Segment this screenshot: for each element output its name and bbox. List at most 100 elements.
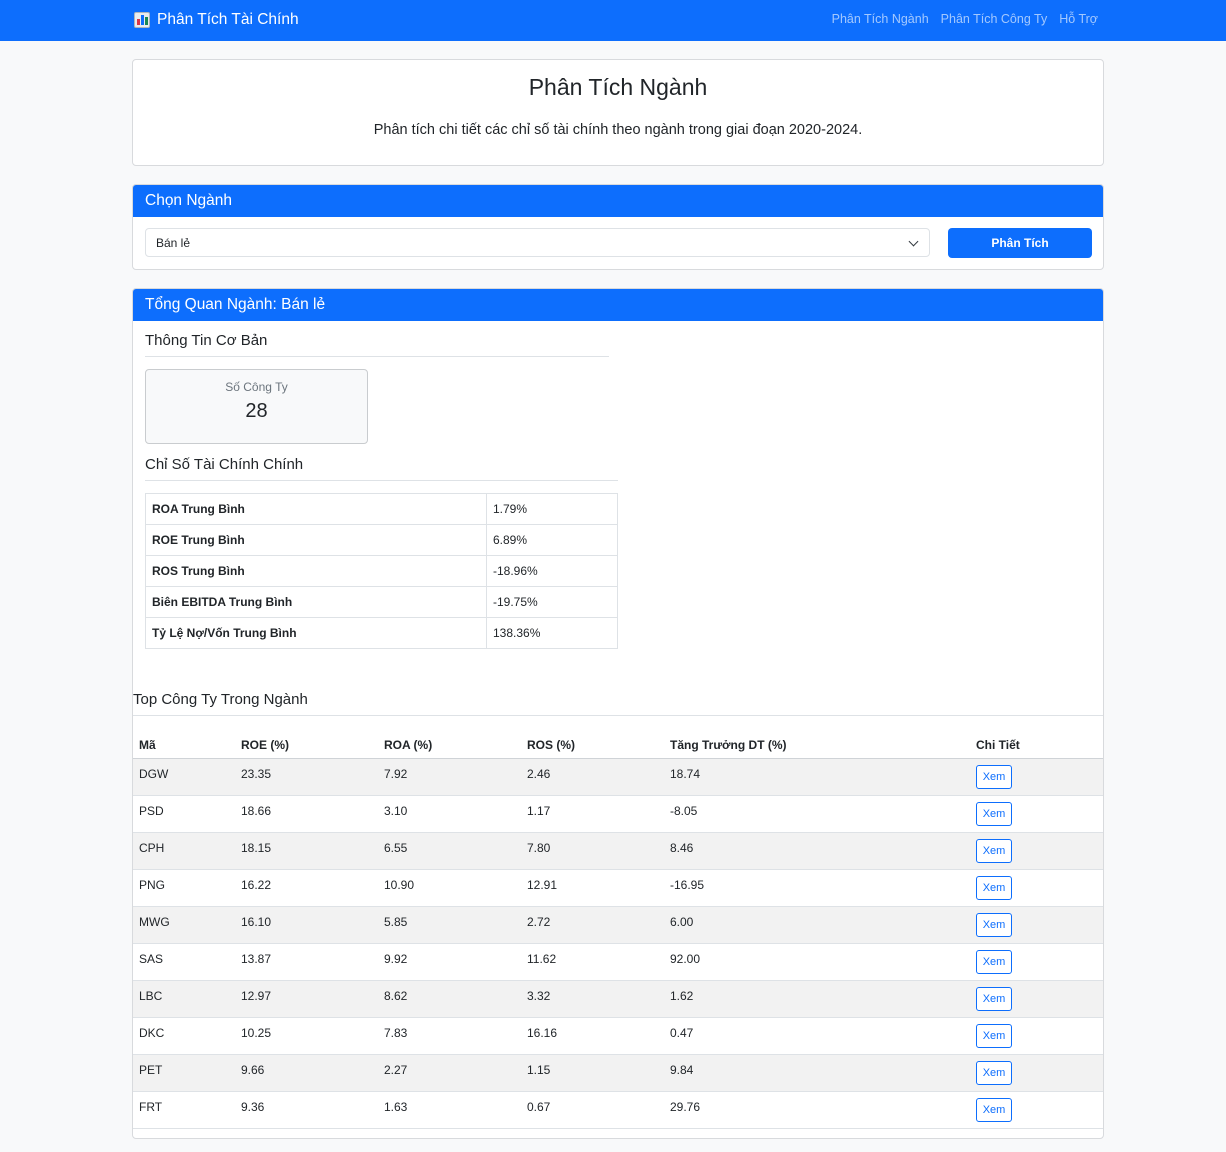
view-details-button[interactable]: Xem bbox=[976, 1097, 1012, 1122]
cell-ros: 11.62 bbox=[521, 943, 664, 981]
cell-ros: 2.72 bbox=[521, 906, 664, 944]
navbar: Phân Tích Tài Chính Phân Tích Ngành Phân… bbox=[0, 0, 1226, 41]
metric-label: ROS Trung Bình bbox=[145, 555, 487, 587]
page-subtitle: Phân tích chi tiết các chỉ số tài chính … bbox=[373, 122, 863, 138]
industry-select-card: Chọn Ngành Bán lẻ Phân Tích bbox=[132, 184, 1104, 270]
cell-roa: 1.63 bbox=[378, 1091, 521, 1129]
top-companies-table: Mã ROE (%) ROA (%) ROS (%) Tăng Trưởng D… bbox=[133, 726, 1103, 1129]
nav-link-industry-analysis[interactable]: Phân Tích Ngành bbox=[832, 12, 929, 26]
table-row: LBC 12.97 8.62 3.32 1.62 Xem bbox=[133, 980, 1103, 1018]
key-metrics-divider bbox=[145, 480, 618, 481]
metric-label: ROE Trung Bình bbox=[145, 524, 487, 556]
column-header-ros: ROS (%) bbox=[521, 726, 664, 759]
chevron-down-icon bbox=[908, 236, 919, 247]
metric-value: 138.36% bbox=[486, 617, 618, 649]
industry-select[interactable]: Bán lẻ bbox=[145, 228, 930, 257]
metric-value: 6.89% bbox=[486, 524, 618, 556]
nav-link-support[interactable]: Hỗ Trợ bbox=[1059, 12, 1098, 26]
company-count-label: Số Công Ty bbox=[225, 380, 288, 394]
analyze-button[interactable]: Phân Tích bbox=[948, 228, 1092, 258]
cell-roe: 16.10 bbox=[235, 906, 378, 944]
metric-value: -18.96% bbox=[486, 555, 618, 587]
key-metrics-table: ROA Trung Bình 1.79% ROE Trung Bình 6.89% … bbox=[145, 493, 618, 649]
metric-label: Biên EBITDA Trung Bình bbox=[145, 586, 487, 618]
cell-details: Xem bbox=[970, 943, 1103, 981]
view-details-button[interactable]: Xem bbox=[976, 875, 1012, 900]
cell-details: Xem bbox=[970, 980, 1103, 1018]
cell-ros: 1.17 bbox=[521, 795, 664, 833]
metric-row: Biên EBITDA Trung Bình -19.75% bbox=[145, 586, 618, 618]
basic-info-divider bbox=[145, 356, 609, 357]
top-companies-divider bbox=[133, 715, 1103, 716]
view-details-button[interactable]: Xem bbox=[976, 764, 1012, 789]
cell-ros: 2.46 bbox=[521, 758, 664, 796]
table-header-row: Mã ROE (%) ROA (%) ROS (%) Tăng Trưởng D… bbox=[133, 726, 1103, 759]
cell-roa: 3.10 bbox=[378, 795, 521, 833]
cell-ticker: DKC bbox=[133, 1017, 235, 1055]
cell-revenue-growth: 6.00 bbox=[664, 906, 970, 944]
company-count-stat: Số Công Ty 28 bbox=[145, 369, 368, 444]
metric-row: ROE Trung Bình 6.89% bbox=[145, 524, 618, 556]
cell-roa: 6.55 bbox=[378, 832, 521, 870]
view-details-button[interactable]: Xem bbox=[976, 949, 1012, 974]
view-details-button[interactable]: Xem bbox=[976, 1060, 1012, 1085]
column-header-roe: ROE (%) bbox=[235, 726, 378, 759]
cell-ticker: MWG bbox=[133, 906, 235, 944]
cell-details: Xem bbox=[970, 832, 1103, 870]
column-header-roa: ROA (%) bbox=[378, 726, 521, 759]
metric-row: ROA Trung Bình 1.79% bbox=[145, 493, 618, 525]
key-metrics-title: Chỉ Số Tài Chính Chính bbox=[145, 456, 304, 473]
table-row: CPH 18.15 6.55 7.80 8.46 Xem bbox=[133, 832, 1103, 870]
table-row: PET 9.66 2.27 1.15 9.84 Xem bbox=[133, 1054, 1103, 1092]
cell-details: Xem bbox=[970, 1054, 1103, 1092]
view-details-button[interactable]: Xem bbox=[976, 838, 1012, 863]
industry-overview-card: Tổng Quan Ngành: Bán lẻ Thông Tin Cơ Bản… bbox=[132, 288, 1104, 1139]
cell-roe: 12.97 bbox=[235, 980, 378, 1018]
cell-ticker: PSD bbox=[133, 795, 235, 833]
cell-roe: 18.66 bbox=[235, 795, 378, 833]
column-header-ticker: Mã bbox=[133, 726, 235, 759]
metric-row: Tỷ Lệ Nợ/Vốn Trung Bình 138.36% bbox=[145, 617, 618, 649]
cell-details: Xem bbox=[970, 1091, 1103, 1129]
cell-ticker: PET bbox=[133, 1054, 235, 1092]
cell-ticker: FRT bbox=[133, 1091, 235, 1129]
cell-roa: 9.92 bbox=[378, 943, 521, 981]
table-row: MWG 16.10 5.85 2.72 6.00 Xem bbox=[133, 906, 1103, 944]
cell-ticker: SAS bbox=[133, 943, 235, 981]
cell-roe: 23.35 bbox=[235, 758, 378, 796]
cell-revenue-growth: 1.62 bbox=[664, 980, 970, 1018]
cell-revenue-growth: 9.84 bbox=[664, 1054, 970, 1092]
view-details-button[interactable]: Xem bbox=[976, 986, 1012, 1011]
brand-label: Phân Tích Tài Chính bbox=[157, 11, 299, 28]
view-details-button[interactable]: Xem bbox=[976, 801, 1012, 826]
table-row: PNG 16.22 10.90 12.91 -16.95 Xem bbox=[133, 869, 1103, 907]
metric-value: 1.79% bbox=[486, 493, 618, 525]
cell-revenue-growth: 29.76 bbox=[664, 1091, 970, 1129]
cell-roa: 8.62 bbox=[378, 980, 521, 1018]
view-details-button[interactable]: Xem bbox=[976, 1023, 1012, 1048]
cell-ros: 7.80 bbox=[521, 832, 664, 870]
cell-details: Xem bbox=[970, 758, 1103, 796]
column-header-details: Chi Tiết bbox=[970, 726, 1103, 759]
view-details-button[interactable]: Xem bbox=[976, 912, 1012, 937]
cell-details: Xem bbox=[970, 795, 1103, 833]
cell-roa: 5.85 bbox=[378, 906, 521, 944]
nav-link-company-analysis[interactable]: Phân Tích Công Ty bbox=[941, 12, 1048, 26]
cell-revenue-growth: 8.46 bbox=[664, 832, 970, 870]
cell-roa: 2.27 bbox=[378, 1054, 521, 1092]
cell-roe: 16.22 bbox=[235, 869, 378, 907]
cell-roa: 7.83 bbox=[378, 1017, 521, 1055]
cell-ros: 0.67 bbox=[521, 1091, 664, 1129]
cell-ros: 1.15 bbox=[521, 1054, 664, 1092]
cell-revenue-growth: -8.05 bbox=[664, 795, 970, 833]
brand-link[interactable]: Phân Tích Tài Chính bbox=[134, 10, 299, 30]
metric-row: ROS Trung Bình -18.96% bbox=[145, 555, 618, 587]
cell-roe: 9.36 bbox=[235, 1091, 378, 1129]
cell-details: Xem bbox=[970, 1017, 1103, 1055]
cell-revenue-growth: 92.00 bbox=[664, 943, 970, 981]
table-row: SAS 13.87 9.92 11.62 92.00 Xem bbox=[133, 943, 1103, 981]
cell-roa: 7.92 bbox=[378, 758, 521, 796]
cell-roe: 18.15 bbox=[235, 832, 378, 870]
cell-roe: 13.87 bbox=[235, 943, 378, 981]
table-row: PSD 18.66 3.10 1.17 -8.05 Xem bbox=[133, 795, 1103, 833]
